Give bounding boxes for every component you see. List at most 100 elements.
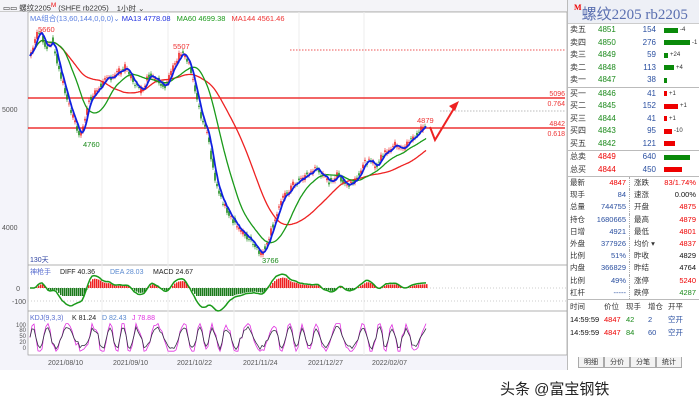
candle [46,46,48,49]
asks-row[interactable]: 卖五 4851 154 -4 [568,24,699,37]
asks-row[interactable]: 卖三 4849 59 +24 [568,49,699,62]
macd-bar [172,285,174,288]
macd-bar [96,279,98,288]
candle [362,164,364,169]
asks-row[interactable]: 卖一 4847 38 [568,74,699,87]
candle [206,132,208,133]
order-book: 卖五 4851 154 -4 卖四 4850 276 -1 卖三 4849 59 +24 卖二 4848 1… [568,24,699,176]
level-label: 卖二 [570,62,586,72]
candle [392,145,394,147]
totals-row[interactable]: 总买 4844 450 [568,164,699,177]
tab-分笔[interactable]: 分笔 [630,357,656,368]
stat-label: 杠杆 [570,287,585,297]
macd-bar [308,285,310,288]
macd-bar [180,281,182,288]
macd-bar [176,282,178,288]
stat-value: 744755 [594,201,630,214]
k-value: K 81.24 [72,315,96,322]
macd-bar [292,282,294,288]
volume-bar [664,116,667,122]
stat-value: 4829 [679,251,696,261]
stat-value: 4287 [679,287,696,297]
stat-row: 比例 49% 涨停 5240 [568,274,699,287]
stat-value: 84 [594,189,630,202]
level-label: 卖五 [570,25,586,34]
stat-label: 总量 [570,202,585,212]
asks-row[interactable]: 卖四 4850 276 -1 [568,37,699,50]
macd-bar [210,288,212,296]
bids-row[interactable]: 买五 4842 121 [568,138,699,151]
label-3766: 3766 [262,256,279,265]
level-change: +24 [670,52,681,58]
ma-combo-select[interactable]: MA组合(13,60,144,0,0,0) [30,14,113,23]
candle [72,114,74,118]
candle [350,181,352,184]
bids-row[interactable]: 买三 4844 41 +1 [568,113,699,126]
candle [170,70,172,76]
macd-bar [122,285,124,288]
tick-cell: 42 [626,314,635,324]
stat-value: 83/1.74% [664,178,696,187]
candle [230,216,232,218]
stat-value: 4847 [594,177,630,190]
tick-cell: 2 [648,314,653,324]
volume-bar [664,65,674,71]
candle [200,112,202,119]
macd-bar [384,285,386,288]
tick-cell: 14:59:59 [570,314,600,324]
stat-value: 4801 [679,226,696,236]
flag: M [574,3,582,12]
level-4842: 4842 [549,121,565,128]
d-value: D 82.43 [102,315,127,322]
bids-row[interactable]: 买二 4845 152 +1 [568,100,699,113]
stat-label: 最高 [634,214,649,224]
macd-bar [244,288,246,293]
level-label: 卖四 [570,37,586,47]
macd-bar [288,279,290,288]
bids-row[interactable]: 买四 4843 95 -10 [568,125,699,138]
macd-bar [314,285,316,288]
macd-bar [70,288,72,296]
totals-row[interactable]: 总卖 4849 640 [568,151,699,164]
ticks-table: 时间 价位 现手 增仓 开平 14:59:59 4847 42 2 空开 14:59:59 4847… [568,298,699,339]
ma144-value: MA144 4561.46 [231,14,285,23]
macd-bar [116,285,118,288]
candle [232,219,234,223]
macd-bar [106,283,108,288]
level-volume: 121 [642,138,656,148]
macd-indicator-select[interactable]: 神枪手 [30,267,51,276]
stat-value: 4764 [679,263,696,273]
candle [186,58,188,62]
macd-bar [204,288,206,296]
candle [78,130,80,136]
macd-bar [256,288,258,292]
tab-明细[interactable]: 明细 [578,357,604,368]
level-volume: 41 [647,113,656,123]
macd-bar [258,288,260,293]
candle [128,71,130,75]
level-change: +4 [676,64,683,71]
price-chart[interactable]: 5000 4000 5096 0.764 4842 0.618 5660 550… [0,12,567,357]
volume-bar [664,141,675,147]
tick-header: 价位 [604,301,619,311]
stat-label: 内盘 [570,263,585,273]
stat-label: 昨收 [634,251,649,261]
tick-cell: 4847 [604,314,621,324]
kdj-indicator-select[interactable]: KDJ(9,3,3) [30,315,63,322]
tick-cell: 60 [648,327,657,337]
macd-bar [362,284,364,288]
candle [298,178,300,181]
level-volume: 154 [642,25,656,34]
tab-分价[interactable]: 分价 [604,357,630,368]
bids-row[interactable]: 买一 4846 41 +1 [568,88,699,101]
level-price: 4844 [598,113,616,123]
stat-value: 377926 [594,237,630,251]
level-price: 4849 [598,50,616,59]
asks-row[interactable]: 卖二 4848 113 +4 [568,62,699,75]
macd-bar [124,285,126,288]
tick-header: 开平 [668,301,683,311]
tab-统计[interactable]: 统计 [656,357,682,368]
macd-bar [230,288,232,296]
level-volume: 38 [647,75,656,84]
stat-value: 4879 [679,214,696,224]
